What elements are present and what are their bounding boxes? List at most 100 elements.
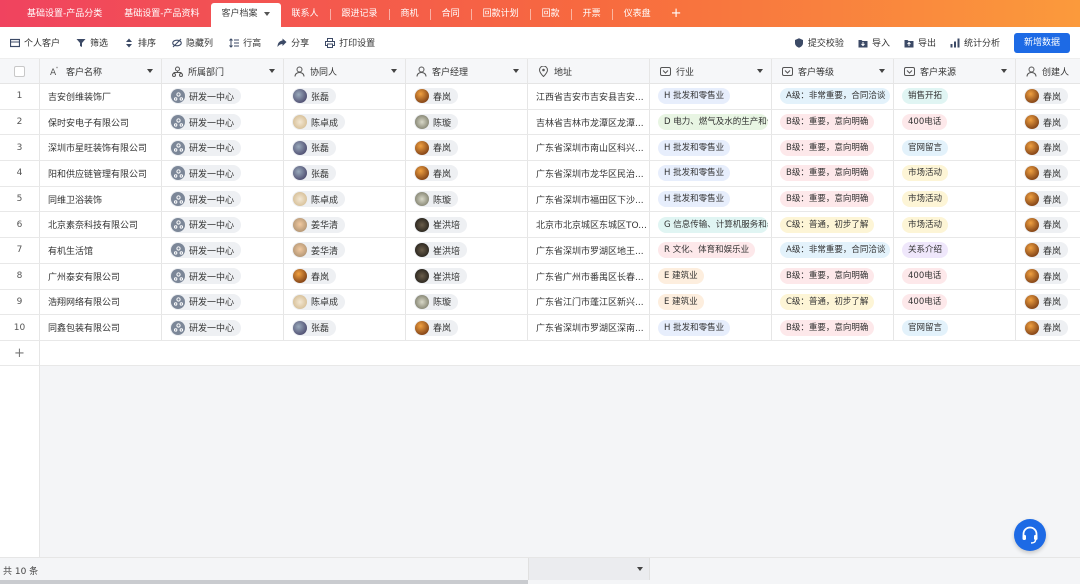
- cell-collaborator[interactable]: 姜华清: [284, 212, 406, 238]
- cell-collaborator[interactable]: 陈卓成: [284, 289, 406, 315]
- cell-customer-name[interactable]: 深圳市星旺装饰有限公司: [40, 135, 162, 161]
- cell-collaborator[interactable]: 陈卓成: [284, 109, 406, 135]
- cell-customer-name[interactable]: 同鑫包装有限公司: [40, 315, 162, 340]
- column-header-creator[interactable]: 创建人: [1016, 59, 1080, 83]
- cell-creator[interactable]: 春岚: [1016, 264, 1080, 289]
- select-all-checkbox[interactable]: [14, 65, 25, 77]
- table-row[interactable]: 9 浩翔网络有限公司 研发一中心 陈卓成 陈璇 广东省江门市蓬江区新兴... E 建筑业 C级…: [0, 289, 1080, 316]
- cell-collaborator[interactable]: 姜华清: [284, 238, 406, 263]
- column-header-collab[interactable]: 协同人: [284, 59, 406, 83]
- tab-customer-archive[interactable]: 客户档案: [210, 3, 281, 27]
- table-row[interactable]: 6 北京素奈科技有限公司 研发一中心 姜华清 崔洪培 北京市北京城区东城区TO... G 信…: [0, 212, 1080, 239]
- cell-address[interactable]: 广东省深圳市南山区科兴...: [528, 135, 650, 161]
- table-row[interactable]: 7 有机生活馆 研发一中心 姜华清 崔洪培 广东省深圳市罗湖区地王... R 文化、体育和娱…: [0, 238, 1080, 264]
- table-row[interactable]: 1 吉安创维装饰厂 研发一中心 张磊 春岚 江西省吉安市吉安县吉安... H 批发和零售业 A…: [0, 84, 1080, 110]
- column-header-level[interactable]: 客户等级: [772, 59, 894, 83]
- cell-industry[interactable]: H 批发和零售业: [650, 186, 772, 212]
- hide-columns-button[interactable]: 隐藏列: [172, 36, 213, 49]
- column-header-address[interactable]: 地址: [528, 59, 650, 83]
- cell-address[interactable]: 北京市北京城区东城区TO...: [528, 212, 650, 238]
- column-header-source[interactable]: 客户来源: [894, 59, 1016, 83]
- cell-creator[interactable]: 春岚: [1016, 212, 1080, 237]
- cell-level[interactable]: B级：重要，意向明确: [772, 161, 894, 186]
- cell-dept[interactable]: 研发一中心: [162, 212, 284, 238]
- tab-follow-up[interactable]: 跟进记录: [331, 3, 389, 27]
- chevron-down-icon[interactable]: [879, 69, 885, 73]
- cell-customer-name[interactable]: 有机生活馆: [40, 238, 162, 263]
- cell-industry[interactable]: H 批发和零售业: [650, 135, 772, 161]
- cell-customer-name[interactable]: 阳和供应链管理有限公司: [40, 161, 162, 186]
- cell-dept[interactable]: 研发一中心: [162, 238, 284, 263]
- chevron-down-icon[interactable]: [1001, 69, 1007, 73]
- cell-creator[interactable]: 春岚: [1016, 135, 1080, 160]
- cell-industry[interactable]: R 文化、体育和娱乐业: [650, 238, 772, 263]
- table-row[interactable]: 5 同维卫浴装饰 研发一中心 陈卓成 陈璇 广东省深圳市福田区下沙... H 批发和零售业 B…: [0, 186, 1080, 213]
- tab-product-category[interactable]: 基础设置-产品分类: [16, 3, 113, 27]
- tab-contract[interactable]: 合同: [431, 3, 471, 27]
- cell-customer-name[interactable]: 保时安电子有限公司: [40, 109, 162, 135]
- cell-level[interactable]: B级：重要，意向明确: [772, 315, 894, 340]
- cell-manager[interactable]: 春岚: [406, 84, 528, 109]
- column-header-dept[interactable]: 所属部门: [162, 59, 284, 83]
- cell-manager[interactable]: 陈璇: [406, 289, 528, 315]
- table-row[interactable]: 2 保时安电子有限公司 研发一中心 陈卓成 陈璇 吉林省吉林市龙潭区龙潭... D 电力、燃…: [0, 109, 1080, 136]
- cell-dept[interactable]: 研发一中心: [162, 109, 284, 135]
- cell-customer-name[interactable]: 广州泰安有限公司: [40, 263, 162, 289]
- cell-dept[interactable]: 研发一中心: [162, 84, 284, 109]
- cell-address[interactable]: 广东省广州市番禺区长春...: [528, 263, 650, 289]
- cell-industry[interactable]: D 电力、燃气及水的生产和供应: [650, 109, 772, 135]
- cell-source[interactable]: 官网留言: [894, 135, 1016, 161]
- cell-source[interactable]: 销售开拓: [894, 84, 1016, 109]
- cell-address[interactable]: 广东省深圳市罗湖区深南...: [528, 315, 650, 340]
- cell-dept[interactable]: 研发一中心: [162, 186, 284, 212]
- cell-level[interactable]: B级：重要，意向明确: [772, 263, 894, 289]
- export-button[interactable]: 导出: [904, 36, 936, 49]
- table-row[interactable]: 4 阳和供应链管理有限公司 研发一中心 张磊 春岚 广东省深圳市龙华区民治... H 批发和…: [0, 161, 1080, 187]
- column-header-manager[interactable]: 客户经理: [406, 59, 528, 83]
- cell-address[interactable]: 广东省深圳市罗湖区地王...: [528, 238, 650, 263]
- cell-manager[interactable]: 崔洪培: [406, 238, 528, 263]
- cell-address[interactable]: 广东省深圳市福田区下沙...: [528, 186, 650, 212]
- cell-manager[interactable]: 春岚: [406, 315, 528, 340]
- cell-creator[interactable]: 春岚: [1016, 161, 1080, 186]
- cell-dept[interactable]: 研发一中心: [162, 315, 284, 340]
- chevron-down-icon[interactable]: [391, 69, 397, 73]
- cell-industry[interactable]: H 批发和零售业: [650, 84, 772, 109]
- cell-address[interactable]: 江西省吉安市吉安县吉安...: [528, 84, 650, 109]
- tab-payment[interactable]: 回款: [531, 3, 571, 27]
- cell-manager[interactable]: 陈璇: [406, 186, 528, 212]
- table-row[interactable]: 8 广州泰安有限公司 研发一中心 春岚 崔洪培 广东省广州市番禺区长春... E 建筑业 B级…: [0, 263, 1080, 290]
- cell-manager[interactable]: 崔洪培: [406, 263, 528, 289]
- tab-contacts[interactable]: 联系人: [281, 3, 330, 27]
- new-data-button[interactable]: 新增数据: [1013, 32, 1070, 53]
- cell-industry[interactable]: G 信息传输、计算机服务和软件业: [650, 212, 772, 238]
- cell-customer-name[interactable]: 吉安创维装饰厂: [40, 84, 162, 109]
- cell-dept[interactable]: 研发一中心: [162, 135, 284, 161]
- summary-dropdown[interactable]: [528, 558, 650, 580]
- cell-address[interactable]: 广东省江门市蓬江区新兴...: [528, 289, 650, 315]
- horizontal-scrollbar[interactable]: [0, 580, 528, 584]
- cell-collaborator[interactable]: 张磊: [284, 84, 406, 109]
- tab-opportunity[interactable]: 商机: [390, 3, 430, 27]
- cell-collaborator[interactable]: 张磊: [284, 315, 406, 340]
- cell-industry[interactable]: H 批发和零售业: [650, 315, 772, 340]
- cell-manager[interactable]: 春岚: [406, 135, 528, 161]
- tab-product-info[interactable]: 基础设置-产品资料: [113, 3, 210, 27]
- chevron-down-icon[interactable]: [637, 567, 643, 571]
- sort-button[interactable]: 排序: [124, 36, 156, 49]
- cell-dept[interactable]: 研发一中心: [162, 263, 284, 289]
- cell-creator[interactable]: 春岚: [1016, 187, 1080, 212]
- customer-service-button[interactable]: [1014, 519, 1046, 551]
- cell-manager[interactable]: 崔洪培: [406, 212, 528, 238]
- print-settings-button[interactable]: 打印设置: [325, 36, 375, 49]
- cell-level[interactable]: A级：非常重要，合同洽谈: [772, 238, 894, 263]
- cell-creator[interactable]: 春岚: [1016, 84, 1080, 109]
- cell-industry[interactable]: E 建筑业: [650, 263, 772, 289]
- cell-dept[interactable]: 研发一中心: [162, 161, 284, 186]
- cell-creator[interactable]: 春岚: [1016, 290, 1080, 315]
- cell-manager[interactable]: 陈璇: [406, 109, 528, 135]
- tab-payment-plan[interactable]: 回款计划: [472, 3, 530, 27]
- cell-level[interactable]: B级：重要，意向明确: [772, 109, 894, 135]
- table-row[interactable]: 3 深圳市星旺装饰有限公司 研发一中心 张磊 春岚 广东省深圳市南山区科兴... H 批发和…: [0, 135, 1080, 162]
- cell-source[interactable]: 市场活动: [894, 186, 1016, 212]
